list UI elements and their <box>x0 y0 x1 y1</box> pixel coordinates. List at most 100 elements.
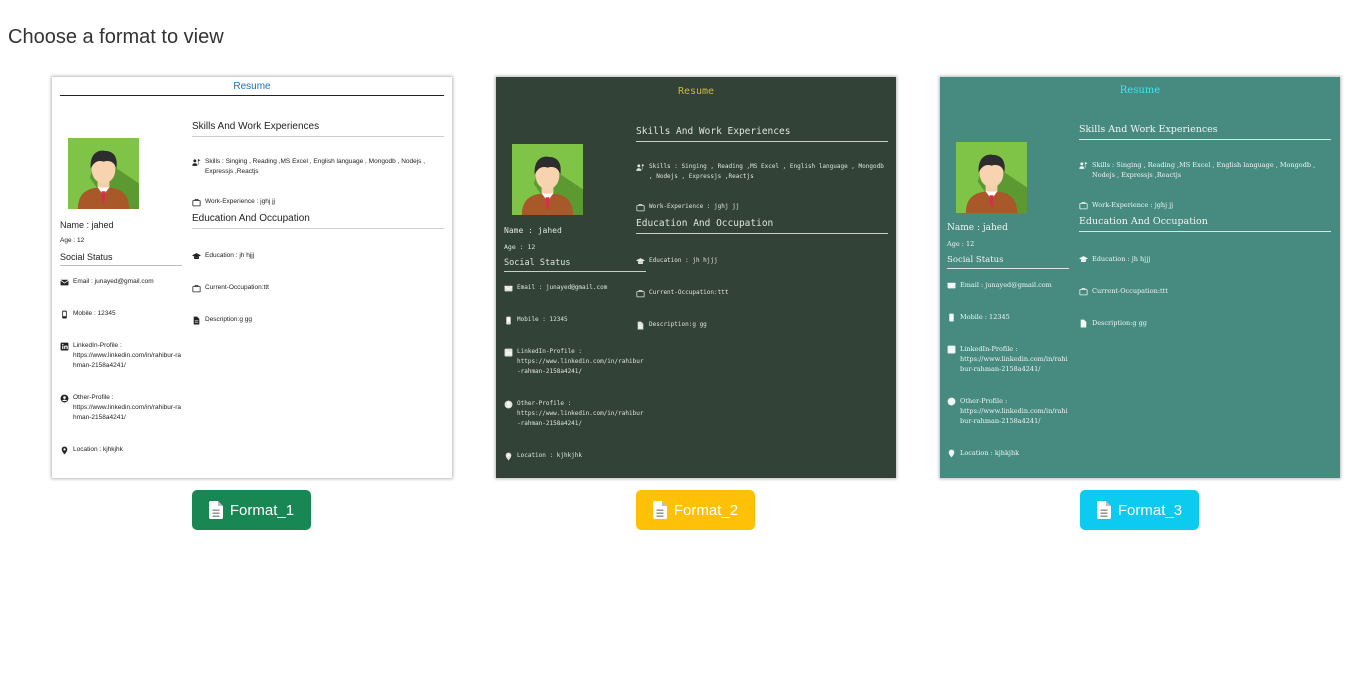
graduation-cap-icon <box>636 257 646 266</box>
user-circle-icon <box>60 394 70 403</box>
social-heading: Social Status <box>947 255 1069 269</box>
avatar <box>512 144 583 215</box>
mobile-icon <box>947 313 957 322</box>
education-item: Education : jh hjjj <box>192 251 444 261</box>
name-line: Name : jahed <box>504 226 562 235</box>
format-2-preview[interactable]: Resume Name : jahed Age : 12 Social Stat… <box>496 77 896 478</box>
email-item: Email : junayed@gmail.com <box>504 283 646 293</box>
mobile-item: Mobile : 12345 <box>504 315 646 325</box>
briefcase-icon <box>636 289 646 298</box>
file-icon <box>1079 319 1089 328</box>
page-heading: Choose a format to view <box>8 26 224 48</box>
skills-item: Skills : Singing , Reading ,MS Excel , E… <box>1079 160 1331 180</box>
work-item: Work-Experience : jghj jj <box>192 197 444 207</box>
location-item: Location : kjhkjhk <box>947 448 1069 458</box>
work-item: Work-Experience : jghj jj <box>636 202 888 212</box>
graduation-cap-icon <box>192 252 202 261</box>
user-circle-icon <box>947 397 957 406</box>
name-line: Name : jahed <box>60 220 114 230</box>
file-text-icon <box>208 501 223 519</box>
envelope-icon <box>60 278 70 287</box>
envelope-icon <box>947 281 957 290</box>
linkedin-icon <box>60 342 70 351</box>
occupation-item: Current-Occupation:ttt <box>192 283 444 293</box>
occupation-item: Current-Occupation:ttt <box>636 288 888 298</box>
other-profile-item: Other-Profile : https://www.linkedin.com/… <box>947 396 1069 426</box>
user-circle-icon <box>504 400 514 409</box>
description-item: Description:g gg <box>636 320 888 330</box>
personal-info: Name : jahed Age : 12 Social Status Emai… <box>60 220 182 455</box>
user-skills-icon <box>636 163 646 172</box>
briefcase-icon <box>192 284 202 293</box>
format-1-preview[interactable]: Resume Name : jahed Age : 12 Social Stat… <box>52 77 452 478</box>
mobile-item: Mobile : 12345 <box>947 312 1069 322</box>
linkedin-item: LinkedIn-Profile : https://www.linkedin.c… <box>947 344 1069 374</box>
title-divider <box>60 95 444 96</box>
email-item: Email : junayed@gmail.com <box>60 277 182 287</box>
work-item: Work-Experience : jghj jj <box>1079 200 1331 210</box>
format-1-label: Format_1 <box>229 501 295 519</box>
format-2-button[interactable]: Format_2 <box>636 490 755 530</box>
avatar <box>956 142 1027 213</box>
education-heading: Education And Occupation <box>192 213 444 229</box>
linkedin-item: LinkedIn-Profile : https://www.linkedin.c… <box>60 341 182 371</box>
name-line: Name : jahed <box>947 223 1008 233</box>
resume-title: Resume <box>1119 85 1161 96</box>
mobile-icon <box>504 316 514 325</box>
location-item: Location : kjhkjhk <box>60 445 182 455</box>
social-heading: Social Status <box>504 258 646 272</box>
resume-title: Resume <box>677 86 715 97</box>
experience-info: Skills And Work Experiences Skills : Sin… <box>636 126 888 330</box>
file-text-icon <box>652 501 667 519</box>
avatar <box>68 138 139 209</box>
format-3-preview[interactable]: Resume Name : jahed Age : 12 Social Stat… <box>940 77 1340 478</box>
education-item: Education : jh hjjj <box>636 256 888 266</box>
description-item: Description:g gg <box>192 315 444 325</box>
briefcase-icon <box>192 198 202 207</box>
occupation-item: Current-Occupation:ttt <box>1079 286 1331 296</box>
map-marker-icon <box>947 449 957 458</box>
skills-item: Skills : Singing , Reading ,MS Excel , E… <box>636 162 888 182</box>
linkedin-icon <box>947 345 957 354</box>
age-line: Age : 12 <box>504 243 536 251</box>
map-marker-icon <box>504 452 514 461</box>
file-text-icon <box>1096 501 1111 519</box>
email-item: Email : junayed@gmail.com <box>947 280 1069 290</box>
age-line: Age : 12 <box>60 237 85 244</box>
personal-info: Name : jahed Age : 12 Social Status Emai… <box>504 226 646 461</box>
format-3-button[interactable]: Format_3 <box>1080 490 1199 530</box>
experience-info: Skills And Work Experiences Skills : Sin… <box>1079 124 1331 328</box>
education-heading: Education And Occupation <box>636 218 888 234</box>
education-item: Education : jh hjjj <box>1079 254 1331 264</box>
skills-heading: Skills And Work Experiences <box>1079 124 1331 140</box>
briefcase-icon <box>1079 201 1089 210</box>
briefcase-icon <box>636 203 646 212</box>
mobile-item: Mobile : 12345 <box>60 309 182 319</box>
personal-info: Name : jahed Age : 12 Social Status Emai… <box>947 223 1069 458</box>
age-line: Age : 12 <box>947 240 975 248</box>
user-skills-icon <box>192 158 202 167</box>
user-skills-icon <box>1079 161 1089 170</box>
location-item: Location : kjhkjhk <box>504 451 646 461</box>
mobile-icon <box>60 310 70 319</box>
other-profile-item: Other-Profile : https://www.linkedin.com/… <box>504 399 646 429</box>
envelope-icon <box>504 284 514 293</box>
skills-item: Skills : Singing , Reading ,MS Excel , E… <box>192 157 444 177</box>
map-marker-icon <box>60 446 70 455</box>
file-icon <box>192 316 202 325</box>
experience-info: Skills And Work Experiences Skills : Sin… <box>192 121 444 325</box>
briefcase-icon <box>1079 287 1089 296</box>
skills-heading: Skills And Work Experiences <box>192 121 444 137</box>
skills-heading: Skills And Work Experiences <box>636 126 888 142</box>
linkedin-icon <box>504 348 514 357</box>
linkedin-item: LinkedIn-Profile : https://www.linkedin.c… <box>504 347 646 377</box>
other-profile-item: Other-Profile : https://www.linkedin.com/… <box>60 393 182 423</box>
format-1-button[interactable]: Format_1 <box>192 490 311 530</box>
format-2-label: Format_2 <box>673 501 739 519</box>
file-icon <box>636 321 646 330</box>
social-heading: Social Status <box>60 252 182 266</box>
resume-title: Resume <box>233 81 271 92</box>
format-3-label: Format_3 <box>1117 501 1183 519</box>
education-heading: Education And Occupation <box>1079 216 1331 232</box>
graduation-cap-icon <box>1079 255 1089 264</box>
